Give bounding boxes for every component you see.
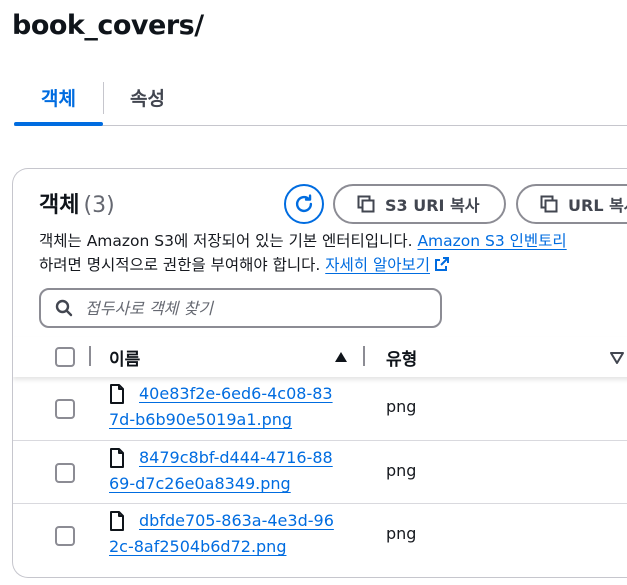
table-row: 40e83f2e-6ed6-4c08-837d-b6b90e5019a1.png… [13, 377, 627, 440]
objects-panel: 객체(3) S3 URI 복사 URL 복사 객체는 Amazon S3에 저장… [12, 168, 627, 578]
tab-bar: 객체 속성 [14, 78, 627, 126]
table-row: 8479c8bf-d444-4716-8869-d7c26e0a8349.png… [13, 440, 627, 503]
tab-objects-label: 객체 [41, 88, 76, 110]
copy-icon [357, 195, 375, 213]
column-header-type[interactable]: 유형 [386, 345, 417, 370]
column-divider [89, 346, 91, 366]
column-divider [363, 346, 365, 366]
row-checkbox[interactable] [55, 526, 75, 546]
active-tab-indicator [14, 122, 103, 126]
tab-properties-label: 속성 [130, 88, 165, 110]
object-type: png [386, 461, 417, 480]
tab-properties[interactable]: 속성 [130, 78, 165, 124]
table-header: 이름 유형 [13, 337, 627, 377]
tab-divider [103, 82, 104, 114]
tab-objects[interactable]: 객체 [14, 78, 103, 126]
select-all-checkbox[interactable] [55, 347, 75, 367]
objects-description: 객체는 Amazon S3에 저장되어 있는 기본 엔터티입니다. Amazon… [39, 232, 567, 274]
copy-s3-uri-button[interactable]: S3 URI 복사 [333, 184, 506, 224]
table-row: dbfde705-863a-4e3d-962c-8af2504b6d72.png… [13, 503, 627, 566]
learn-more-link[interactable]: 자세히 알아보기 [325, 256, 430, 274]
external-link-icon [435, 257, 449, 271]
copy-url-label: URL 복사 [568, 196, 627, 215]
column-header-name[interactable]: 이름 [109, 345, 140, 370]
sort-toggle-icon[interactable] [610, 352, 624, 364]
row-checkbox[interactable] [55, 463, 75, 483]
object-link[interactable]: dbfde705-863a-4e3d-962c-8af2504b6d72.png [109, 508, 339, 560]
copy-url-button[interactable]: URL 복사 [516, 184, 627, 224]
object-type: png [386, 397, 417, 416]
object-type: png [386, 524, 417, 543]
sort-ascending-icon[interactable] [334, 351, 348, 363]
objects-count: (3) [83, 193, 115, 218]
copy-icon [540, 195, 558, 213]
objects-heading: 객체 (3) [39, 193, 115, 218]
row-checkbox[interactable] [55, 399, 75, 419]
search-input[interactable] [85, 298, 405, 318]
refresh-icon [295, 194, 313, 213]
copy-s3-uri-label: S3 URI 복사 [385, 196, 480, 215]
search-field[interactable] [39, 288, 442, 328]
refresh-button[interactable] [284, 184, 324, 224]
object-link[interactable]: 40e83f2e-6ed6-4c08-837d-b6b90e5019a1.png [109, 381, 339, 433]
page-title: book_covers/ [12, 10, 204, 41]
object-link[interactable]: 8479c8bf-d444-4716-8869-d7c26e0a8349.png [109, 445, 339, 497]
search-icon [55, 299, 73, 317]
s3-inventory-link[interactable]: Amazon S3 인벤토리 [417, 232, 566, 250]
